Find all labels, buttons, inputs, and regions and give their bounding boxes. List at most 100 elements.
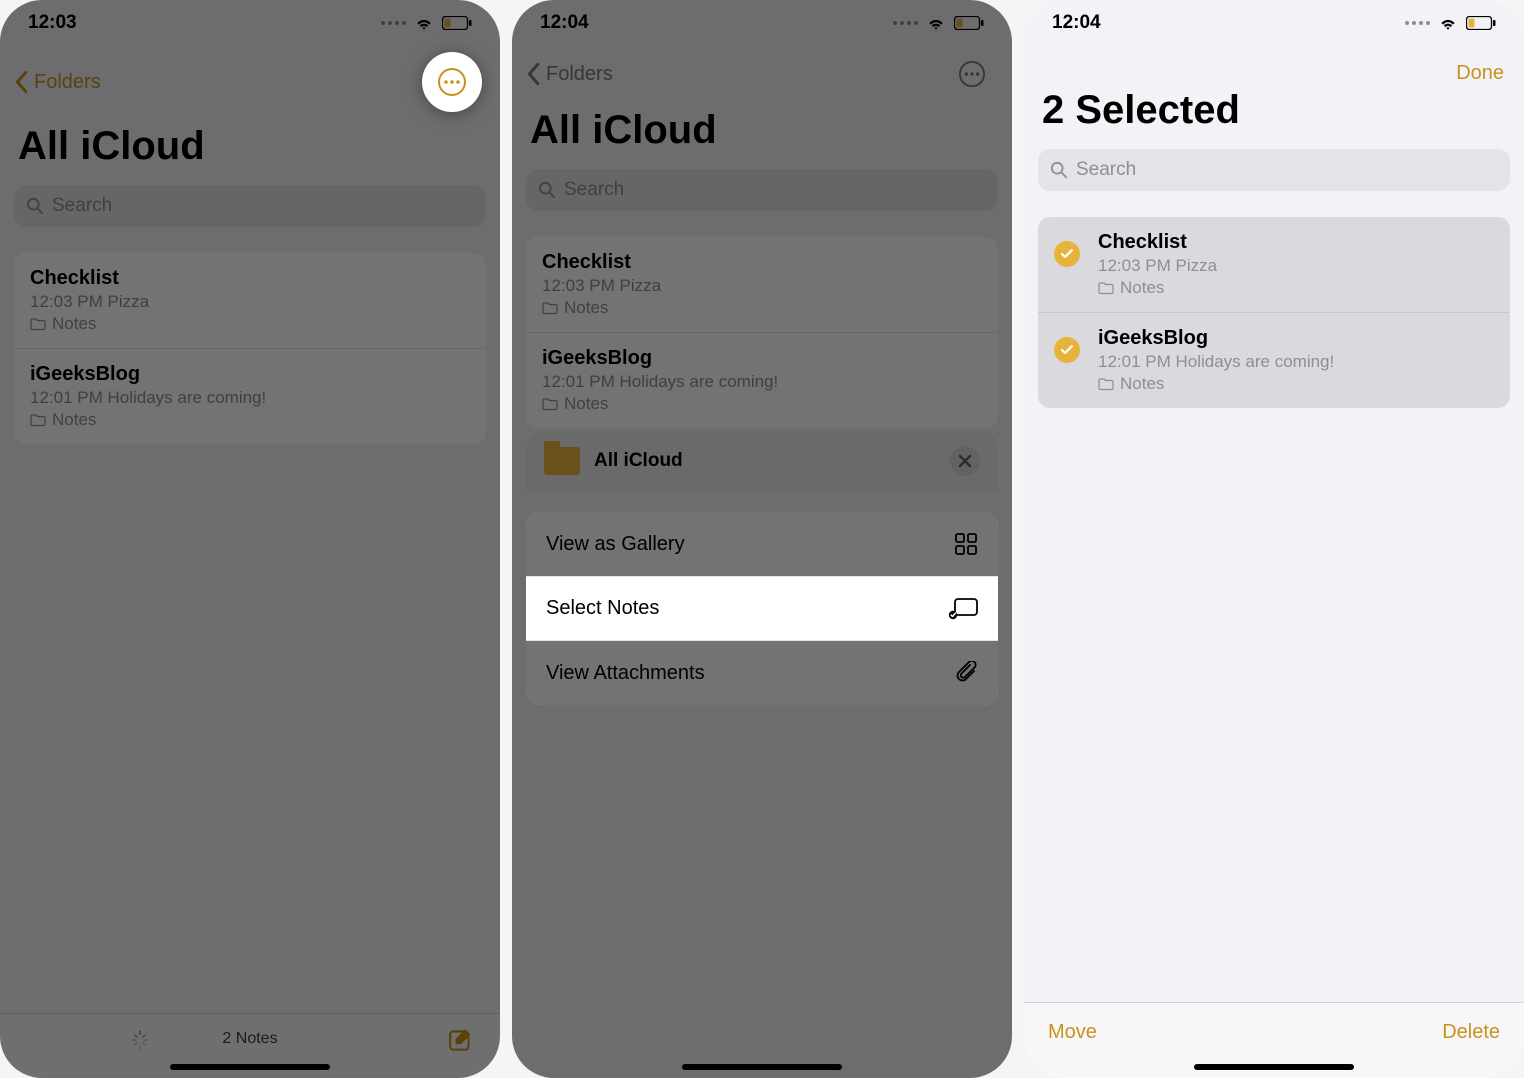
nav-row: Folders <box>0 38 500 116</box>
notes-list: Checklist 12:03 PM Pizza Notes iGeeksBlo… <box>14 253 486 444</box>
paperclip-icon <box>956 661 978 685</box>
note-subtitle: 12:01 PM Holidays are coming! <box>30 388 470 408</box>
wifi-icon <box>926 15 946 31</box>
note-folder: Notes <box>30 314 470 334</box>
checkmark-icon[interactable] <box>1054 241 1080 267</box>
status-bar: 12:04 <box>512 0 1012 38</box>
compose-button[interactable] <box>448 1026 476 1054</box>
search-placeholder: Search <box>564 179 624 201</box>
page-title: All iCloud <box>0 116 500 179</box>
more-button[interactable] <box>422 52 482 112</box>
search-placeholder: Search <box>52 195 112 217</box>
syncing-icon <box>130 1030 150 1050</box>
sheet-item-attachments[interactable]: View Attachments <box>526 641 998 705</box>
folder-icon <box>1098 377 1114 391</box>
cell-dots-icon <box>381 21 406 25</box>
sheet-item-select[interactable]: Select Notes <box>526 577 998 641</box>
note-subtitle: 12:03 PM Pizza <box>1098 256 1494 276</box>
sheet-item-gallery[interactable]: View as Gallery <box>526 512 998 577</box>
battery-low-icon <box>442 16 472 30</box>
folder-icon <box>544 447 580 475</box>
ellipsis-icon <box>437 67 467 97</box>
checkmark-icon[interactable] <box>1054 337 1080 363</box>
select-icon <box>948 598 978 620</box>
wifi-icon <box>1438 15 1458 31</box>
back-label: Folders <box>546 63 613 86</box>
close-button[interactable] <box>950 446 980 476</box>
note-title: iGeeksBlog <box>1098 327 1494 350</box>
note-row[interactable]: Checklist 12:03 PM Pizza Notes <box>14 253 486 349</box>
back-button[interactable]: Folders <box>12 70 101 94</box>
note-title: Checklist <box>1098 231 1494 254</box>
note-title: Checklist <box>30 267 470 290</box>
note-row-selected[interactable]: Checklist 12:03 PM Pizza Notes <box>1038 217 1510 313</box>
home-indicator[interactable] <box>170 1064 330 1070</box>
screen-action-sheet: 12:04 Folders All iCloud Search Checklis… <box>512 0 1012 1078</box>
sheet-item-label: View Attachments <box>546 662 705 685</box>
battery-low-icon <box>954 16 984 30</box>
note-title: Checklist <box>542 251 982 274</box>
folder-icon <box>30 317 46 331</box>
note-row-selected[interactable]: iGeeksBlog 12:01 PM Holidays are coming!… <box>1038 313 1510 408</box>
sheet-item-label: View as Gallery <box>546 533 685 556</box>
note-folder: Notes <box>542 394 982 414</box>
home-indicator[interactable] <box>1194 1064 1354 1070</box>
more-button[interactable] <box>950 52 994 96</box>
search-icon <box>538 181 556 199</box>
note-folder: Notes <box>542 298 982 318</box>
note-folder: Notes <box>1098 374 1494 394</box>
note-folder: Notes <box>30 410 470 430</box>
note-row[interactable]: iGeeksBlog 12:01 PM Holidays are coming!… <box>14 349 486 444</box>
note-subtitle: 12:01 PM Holidays are coming! <box>542 372 982 392</box>
folder-icon <box>1098 281 1114 295</box>
note-folder: Notes <box>1098 278 1494 298</box>
action-sheet: All iCloud View as Gallery Select Notes … <box>526 430 998 705</box>
note-title: iGeeksBlog <box>542 347 982 370</box>
back-label: Folders <box>34 71 101 94</box>
close-icon <box>958 454 972 468</box>
search-input[interactable]: Search <box>1038 149 1510 191</box>
notes-list: Checklist 12:03 PM Pizza Notes iGeeksBlo… <box>526 237 998 428</box>
sheet-item-label: Select Notes <box>546 597 659 620</box>
status-bar: 12:04 <box>1024 0 1524 38</box>
wifi-icon <box>414 15 434 31</box>
chevron-left-icon <box>12 70 30 94</box>
move-button[interactable]: Move <box>1048 1021 1097 1044</box>
notes-count: 2 Notes <box>222 1030 277 1048</box>
note-title: iGeeksBlog <box>30 363 470 386</box>
ellipsis-icon <box>958 60 986 88</box>
chevron-left-icon <box>524 62 542 86</box>
page-title: 2 Selected <box>1024 80 1524 143</box>
folder-icon <box>542 397 558 411</box>
search-input[interactable]: Search <box>526 169 998 211</box>
grid-icon <box>954 532 978 556</box>
note-subtitle: 12:03 PM Pizza <box>30 292 470 312</box>
search-icon <box>1050 161 1068 179</box>
folder-icon <box>542 301 558 315</box>
battery-low-icon <box>1466 16 1496 30</box>
sheet-header: All iCloud <box>526 430 998 492</box>
back-button[interactable]: Folders <box>524 62 613 86</box>
sheet-title: All iCloud <box>594 450 683 472</box>
screen-all-icloud: 12:03 Folders All iCloud Search Checklis… <box>0 0 500 1078</box>
search-placeholder: Search <box>1076 159 1136 181</box>
note-subtitle: 12:03 PM Pizza <box>542 276 982 296</box>
search-icon <box>26 197 44 215</box>
note-row[interactable]: Checklist 12:03 PM Pizza Notes <box>526 237 998 333</box>
status-time: 12:03 <box>28 12 77 34</box>
cell-dots-icon <box>893 21 918 25</box>
note-row[interactable]: iGeeksBlog 12:01 PM Holidays are coming!… <box>526 333 998 428</box>
sheet-list: View as Gallery Select Notes View Attach… <box>526 512 998 705</box>
delete-button[interactable]: Delete <box>1442 1021 1500 1044</box>
cell-dots-icon <box>1405 21 1430 25</box>
home-indicator[interactable] <box>682 1064 842 1070</box>
status-bar: 12:03 <box>0 0 500 38</box>
nav-row: Folders <box>512 38 1012 100</box>
done-button[interactable]: Done <box>1456 62 1504 85</box>
page-title: All iCloud <box>512 100 1012 163</box>
status-time: 12:04 <box>1052 12 1101 34</box>
status-time: 12:04 <box>540 12 589 34</box>
folder-icon <box>30 413 46 427</box>
search-input[interactable]: Search <box>14 185 486 227</box>
notes-list-selection: Checklist 12:03 PM Pizza Notes iGeeksBlo… <box>1038 217 1510 408</box>
